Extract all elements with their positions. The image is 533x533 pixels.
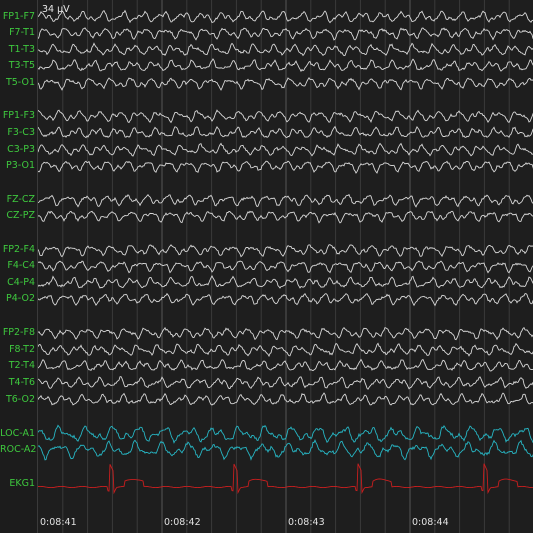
amplitude-scale-label: 34 µV: [42, 4, 70, 15]
channel-label[interactable]: C3-P3: [0, 144, 37, 156]
time-tick-label: 0:08:42: [164, 517, 201, 528]
channel-label[interactable]: EKG1: [0, 478, 37, 490]
eeg-viewer: FP1-F7 F7-T1 T1-T3 T3-T5 T5-O1 FP1-F3 F3-C3 C3-…: [0, 0, 533, 533]
traces-canvas: [38, 0, 533, 533]
trace-area[interactable]: [37, 0, 533, 533]
time-tick-label: 0:08:43: [288, 517, 325, 528]
channel-label[interactable]: P4-O2: [0, 293, 37, 305]
channel-label[interactable]: ROC-A2: [0, 444, 37, 456]
channel-label[interactable]: T1-T3: [0, 44, 37, 56]
channel-label[interactable]: T4-T6: [0, 377, 37, 389]
channel-label[interactable]: T3-T5: [0, 60, 37, 72]
channel-label[interactable]: F7-T1: [0, 27, 37, 39]
channel-label[interactable]: P3-O1: [0, 160, 37, 172]
channel-label[interactable]: FP1-F3: [0, 110, 37, 122]
channel-label[interactable]: LOC-A1: [0, 428, 37, 440]
channel-label[interactable]: T5-O1: [0, 77, 37, 89]
channel-label[interactable]: FP1-F7: [0, 11, 37, 23]
channel-label[interactable]: FZ-CZ: [0, 194, 37, 206]
channel-label[interactable]: CZ-PZ: [0, 210, 37, 222]
time-tick-label: 0:08:41: [40, 517, 77, 528]
channel-label[interactable]: C4-P4: [0, 277, 37, 289]
time-tick-label: 0:08:44: [412, 517, 449, 528]
channel-label[interactable]: T6-O2: [0, 394, 37, 406]
channel-label[interactable]: F8-T2: [0, 344, 37, 356]
channel-label[interactable]: T2-T4: [0, 360, 37, 372]
channel-label[interactable]: FP2-F4: [0, 244, 37, 256]
channel-label[interactable]: F3-C3: [0, 127, 37, 139]
channel-label[interactable]: FP2-F8: [0, 327, 37, 339]
channel-label[interactable]: F4-C4: [0, 260, 37, 272]
